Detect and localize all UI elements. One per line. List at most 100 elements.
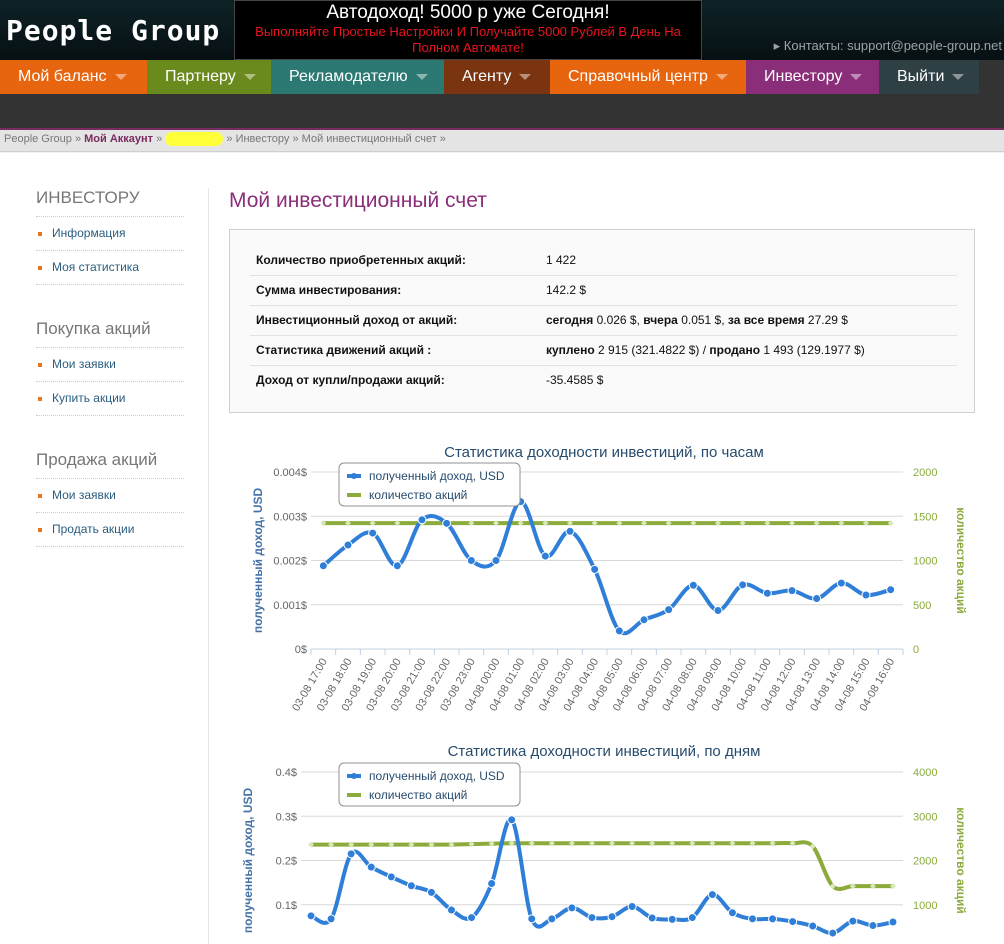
data-point-income [442,518,452,528]
table-row: Количество приобретенных акций: 1 422 [250,245,957,276]
data-point-income [406,881,416,891]
data-point-shares [889,883,896,890]
legend-label-income: полученный доход, USD [369,469,505,483]
breadcrumb-investor[interactable]: Инвестору [236,133,290,145]
data-point-income [467,913,477,923]
sidebar-heading-buy: Покупка акций [36,319,184,348]
data-point-shares [568,840,575,847]
legend-marker-income [351,473,357,479]
sidebar-item-my-stats[interactable]: Моя статистика [36,251,184,285]
sidebar-item-sell-orders[interactable]: Мои заявки [36,479,184,513]
data-point-shares [649,840,656,847]
series-line-income [310,817,894,936]
nav-investor[interactable]: Инвестору [746,60,879,94]
data-point-income [343,540,353,550]
nav-help-center[interactable]: Справочный центр [550,60,746,94]
breadcrumb-sep: » [74,133,82,145]
data-point-shares [345,520,351,527]
nav-label: Агенту [462,68,512,85]
y2-tick-label: 3000 [913,811,937,823]
sidebar-heading-sell: Продажа акций [36,450,184,479]
value-bought: 2 915 (321.4822 $) / [594,343,710,357]
nav-advertiser[interactable]: Рекламодателю [271,60,444,94]
data-point-income [447,905,456,915]
data-point-shares [468,520,475,527]
sidebar-heading-investor: ИНВЕСТОРУ [36,188,184,217]
nav-label: Мой баланс [18,68,107,85]
data-point-shares [715,520,721,527]
y-axis-label: полученный доход, USD [251,488,265,634]
breadcrumb-home[interactable]: People Group [4,133,72,145]
data-point-income [664,605,674,615]
label-sold: продано [709,343,761,357]
data-point-income [886,585,896,595]
breadcrumb-account[interactable]: Мой Аккаунт [84,133,153,145]
data-point-shares [689,840,696,847]
table-row: Статистика движений акций : куплено 2 91… [250,335,957,366]
data-point-income [614,626,624,636]
data-point-shares [488,840,495,847]
top-bar: People Group Автодоход! 5000 р уже Сегод… [0,0,1004,60]
data-point-income [587,913,597,923]
data-point-income [713,606,723,616]
y-tick-label: 0.002$ [273,556,307,568]
sidebar-item-buy-shares[interactable]: Купить акции [36,382,184,416]
row-value: сегодня 0.026 $, вчера 0.051 $, за все в… [546,305,848,335]
data-point-income [306,911,316,921]
data-point-income [565,526,575,536]
data-point-income [607,912,617,922]
data-point-shares [665,520,672,527]
data-point-income [727,908,737,918]
data-point-shares [428,841,435,848]
row-value: 142.2 $ [546,283,587,297]
data-point-income [788,917,798,927]
y2-tick-label: 1000 [913,900,937,912]
data-point-shares [567,520,573,527]
data-point-shares [468,841,475,848]
nav-my-balance[interactable]: Мой баланс [0,60,147,94]
data-point-shares [729,840,736,847]
value-yesterday: 0.051 $, [677,313,728,327]
data-point-income [808,921,818,931]
data-point-shares [616,520,623,527]
y-tick-label: 0.3$ [276,811,297,823]
data-point-shares [588,840,595,847]
y-tick-label: 0.003$ [273,511,307,523]
nav-partner[interactable]: Партнеру [147,60,271,94]
page-title: Мой инвестиционный счет [229,189,487,212]
sidebar-item-buy-orders[interactable]: Мои заявки [36,348,184,382]
data-point-shares [749,840,756,847]
data-point-income [836,578,846,588]
data-point-shares [887,520,894,527]
legend-label-shares: количество акций [369,788,467,802]
y2-axis-label: количество акций [954,807,968,914]
sidebar-item-sell-shares[interactable]: Продать акции [36,513,184,547]
data-point-shares [493,520,499,527]
label-bought: куплено [546,343,595,357]
promo-banner[interactable]: Автодоход! 5000 р уже Сегодня! Выполняйт… [234,0,702,60]
table-row: Доход от купли/продажи акций: -35.4585 $ [250,365,957,395]
data-point-income [768,914,778,924]
data-point-income [848,916,858,926]
data-point-income [707,890,717,900]
promo-title: Автодоход! 5000 р уже Сегодня! [326,2,610,23]
y-tick-label: 0.4$ [276,767,297,779]
data-point-income [868,921,878,931]
nav-logout[interactable]: Выйти [879,60,979,94]
nav-label: Партнеру [165,68,236,85]
contacts-link[interactable]: ▸ Контакты: support@people-group.net [774,38,1002,54]
data-point-income [547,914,557,924]
sidebar: ИНВЕСТОРУ Информация Моя статистика Поку… [36,188,184,547]
nav-agent[interactable]: Агенту [444,60,550,94]
breadcrumb: People Group » Мой Аккаунт » » Инвестору… [0,130,1004,152]
data-point-shares [542,520,549,527]
site-logo[interactable]: People Group [6,14,220,47]
breadcrumb-sep: » [156,133,163,145]
data-point-shares [308,841,315,848]
sidebar-item-info[interactable]: Информация [36,217,184,251]
row-key: Сумма инвестирования: [256,283,402,297]
data-point-shares [789,520,795,527]
data-point-income [787,586,797,596]
row-value: -35.4585 $ [546,373,604,387]
data-point-income [748,914,757,924]
